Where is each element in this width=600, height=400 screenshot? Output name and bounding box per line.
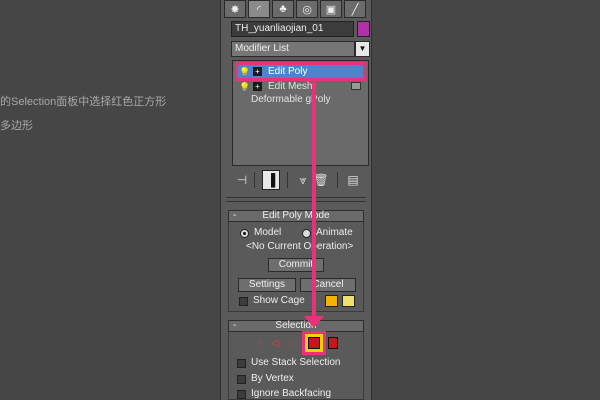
viewport-right — [372, 0, 600, 400]
show-cage-label: Show Cage — [253, 295, 305, 306]
use-stack-selection-checkbox[interactable] — [237, 359, 246, 368]
modify-glyph: ◜ — [256, 3, 262, 16]
tool-separator — [337, 172, 338, 188]
create-glyph: ✸ — [230, 3, 240, 16]
use-stack-selection-label: Use Stack Selection — [251, 357, 341, 368]
edge-icon[interactable]: ◁ — [268, 337, 282, 351]
stack-item-label: Deformable gPoly — [251, 94, 331, 105]
expand-icon[interactable]: + — [253, 82, 262, 91]
border-icon[interactable]: ◌ — [284, 337, 298, 351]
animate-label: Animate — [316, 227, 353, 238]
motion-glyph: ◎ — [302, 3, 312, 16]
display-glyph: ▣ — [325, 3, 337, 16]
stack-item-label: Edit Mesh — [268, 81, 313, 92]
annotation-arrow-head — [304, 316, 324, 328]
stack-item-deformable-gpoly[interactable]: Deformable gPoly — [236, 93, 364, 106]
stack-item-edit-mesh[interactable]: 💡 + Edit Mesh — [236, 80, 364, 93]
make-unique-icon[interactable]: ⩔ — [293, 170, 313, 190]
collapse-icon[interactable]: - — [233, 211, 236, 221]
display-icon[interactable]: ▣ — [320, 0, 342, 18]
model-radio[interactable] — [240, 229, 249, 238]
animate-radio[interactable] — [302, 229, 311, 238]
instruction-text-line1: 的Selection面板中选择红色正方形 — [0, 96, 167, 108]
edit-poly-mode-header[interactable]: - Edit Poly Mode — [228, 210, 364, 222]
create-icon[interactable]: ✸ — [224, 0, 246, 18]
chevron-down-icon[interactable]: ▼ — [355, 41, 370, 57]
show-cage-checkbox[interactable] — [239, 297, 248, 306]
selection-header[interactable]: - Selection — [228, 320, 364, 332]
modifier-toggle-icon[interactable] — [351, 82, 361, 90]
configure-sets-icon[interactable]: ▤ — [344, 170, 362, 190]
polygon-icon — [308, 337, 320, 349]
element-icon[interactable] — [328, 337, 338, 349]
highlight-edit-poly — [235, 62, 366, 81]
rollout-title: Edit Poly Mode — [262, 210, 330, 221]
object-color-swatch[interactable] — [357, 21, 370, 37]
utilities-glyph: ╱ — [351, 3, 359, 16]
show-end-result-icon[interactable]: ▐ — [262, 170, 280, 190]
current-operation-text: <No Current Operation> — [246, 241, 354, 252]
modifier-list-dropdown[interactable]: Modifier List — [231, 41, 355, 57]
divider — [226, 201, 366, 202]
tool-separator — [254, 172, 255, 188]
tool-separator — [287, 172, 288, 188]
settings-button[interactable]: Settings — [238, 278, 296, 292]
cage-color-swatch[interactable] — [325, 295, 338, 307]
hierarchy-icon[interactable]: ♣ — [272, 0, 294, 18]
by-vertex-label: By Vertex — [251, 373, 294, 384]
modify-icon[interactable]: ◜ — [248, 0, 270, 18]
divider — [226, 197, 366, 198]
by-vertex-checkbox[interactable] — [237, 375, 246, 384]
panel-right-edge — [371, 0, 372, 400]
vertex-icon[interactable]: ⁖ — [252, 337, 266, 351]
model-label: Model — [254, 227, 282, 238]
motion-icon[interactable]: ◎ — [296, 0, 318, 18]
cancel-button[interactable]: Cancel — [300, 278, 356, 292]
viewport-left — [0, 0, 220, 400]
pin-stack-icon[interactable]: ⊣ — [233, 170, 251, 190]
ignore-backfacing-label: Ignore Backfacing — [251, 388, 332, 399]
object-name-field[interactable]: TH_yuanliaojian_01 — [231, 21, 354, 37]
hierarchy-glyph: ♣ — [279, 3, 287, 15]
instruction-text-line2: 多边形 — [0, 120, 33, 132]
collapse-icon[interactable]: - — [233, 321, 236, 331]
panel-left-edge — [220, 0, 221, 400]
utilities-icon[interactable]: ╱ — [344, 0, 366, 18]
cage-selected-color-swatch[interactable] — [342, 295, 355, 307]
annotation-arrow-line — [312, 82, 316, 318]
ignore-backfacing-checkbox[interactable] — [237, 390, 246, 399]
